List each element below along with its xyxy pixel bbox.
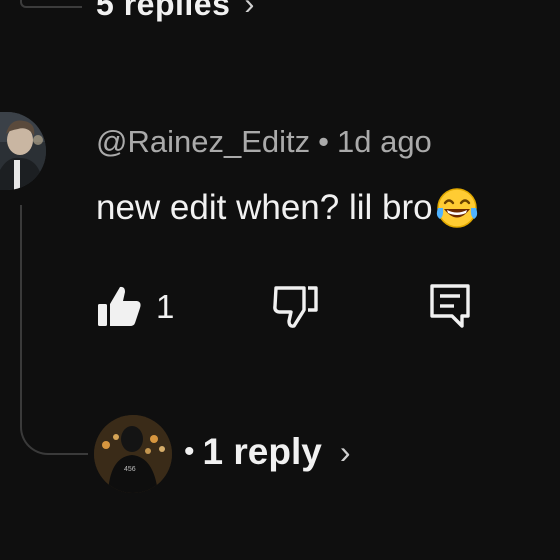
meta-separator: • [318,124,329,159]
comment-meta: @Rainez_Editz • 1d ago [96,124,432,160]
thumbs-down-icon[interactable] [270,282,320,330]
svg-text:456: 456 [124,466,136,473]
reply-avatar-image: 456 [94,415,172,493]
author-handle[interactable]: @Rainez_Editz [96,124,310,159]
comment-reply-icon[interactable] [428,282,472,330]
replies-label: 5 replies [96,0,231,22]
comment-body: new edit when? lil bro [96,188,433,227]
avatar[interactable] [0,112,46,190]
thread-connector-top [20,0,82,8]
reply-count-label: 1 reply [202,431,322,472]
view-replies-button[interactable]: • 1 reply › [184,431,350,473]
like-count: 1 [156,288,175,325]
comment-text: new edit when? lil bro [96,186,479,230]
reply-bullet: • [184,435,195,468]
chevron-right-icon: › [244,0,255,21]
comment-age: 1d ago [336,124,432,159]
reply-avatar[interactable]: 456 [94,415,172,493]
thumbs-up-icon[interactable] [96,282,144,330]
laughing-emoji-icon [436,188,477,228]
chevron-right-icon: › [339,433,351,470]
avatar-image [0,112,46,190]
thread-connector [20,205,88,455]
replies-link-top[interactable]: 5 replies › [96,0,255,23]
